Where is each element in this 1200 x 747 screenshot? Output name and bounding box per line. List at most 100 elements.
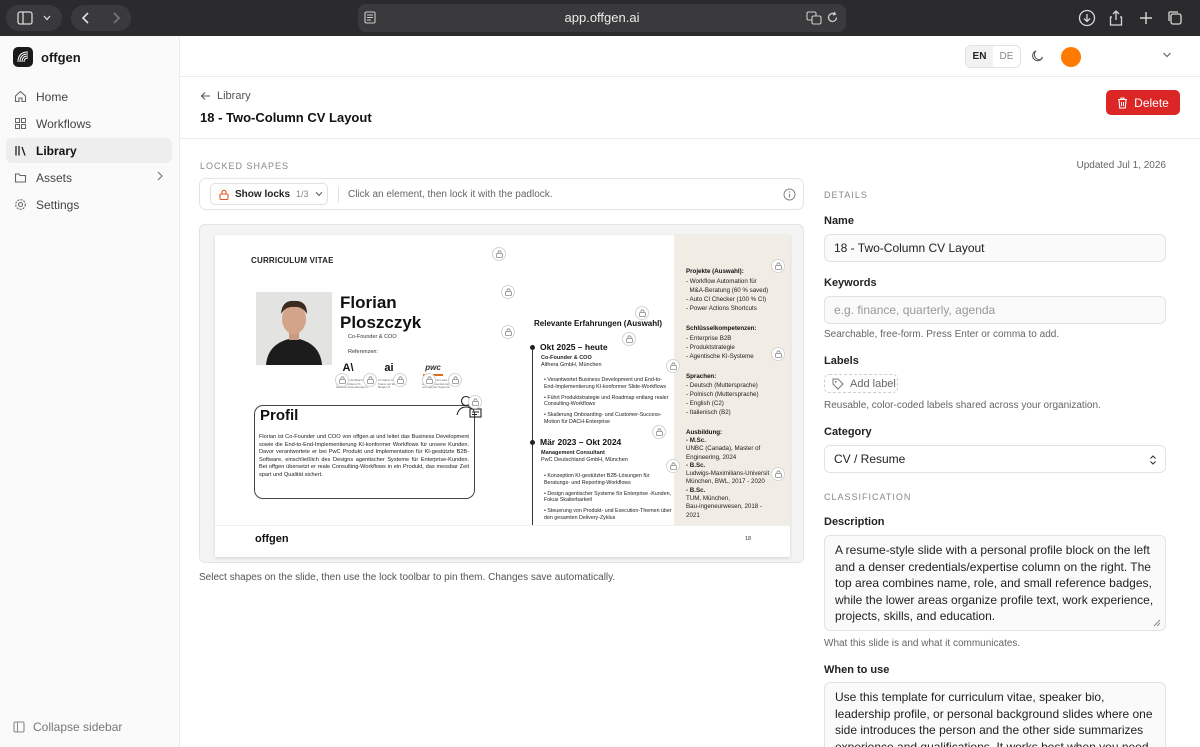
- experience-company[interactable]: Management Consultant PwC Deutschland Gm…: [541, 450, 628, 464]
- lock-hint: Click an element, then lock it with the …: [348, 189, 553, 200]
- new-tab-icon[interactable]: [1136, 8, 1156, 28]
- when-to-use-text: Use this template for curriculum vitae, …: [835, 690, 1153, 747]
- description-textarea[interactable]: A resume-style slide with a personal pro…: [824, 535, 1166, 631]
- back-link[interactable]: Library: [200, 90, 251, 102]
- select-chevrons-icon: [1150, 455, 1156, 465]
- lock-badge[interactable]: [635, 306, 649, 320]
- sidebar-item-assets[interactable]: Assets: [6, 165, 172, 190]
- sidebar-item-home[interactable]: Home: [6, 84, 172, 109]
- experience-period[interactable]: Mär 2023 – Okt 2024: [540, 437, 621, 447]
- lock-icon: [774, 470, 782, 478]
- back-icon[interactable]: [81, 12, 91, 24]
- lock-icon: [638, 309, 646, 317]
- classification-section-label: CLASSIFICATION: [824, 492, 912, 502]
- lock-badge[interactable]: [468, 395, 482, 409]
- lock-badge[interactable]: [422, 373, 436, 387]
- keywords-input[interactable]: e.g. finance, quarterly, agenda: [824, 296, 1166, 324]
- forward-icon[interactable]: [111, 12, 121, 24]
- lock-badge[interactable]: [666, 459, 680, 473]
- projects-title[interactable]: Projekte (Auswahl):: [686, 268, 744, 275]
- slide-refs-label[interactable]: Referenzen:: [348, 349, 378, 355]
- languages-title[interactable]: Sprachen:: [686, 373, 716, 380]
- lock-badge[interactable]: [335, 373, 349, 387]
- sidebar-item-label: Workflows: [36, 116, 92, 131]
- trash-icon: [1118, 96, 1128, 109]
- delete-button[interactable]: Delete: [1106, 90, 1180, 115]
- experience-bullet: • Konzeption KI-gestützter B2B-Lösungen …: [544, 473, 650, 486]
- lock-badge[interactable]: [363, 373, 377, 387]
- reload-icon[interactable]: [826, 11, 839, 24]
- name-field[interactable]: 18 - Two-Column CV Layout: [824, 234, 1166, 262]
- lock-badge[interactable]: [393, 373, 407, 387]
- labels-help: Reusable, color-coded labels shared acro…: [824, 400, 1101, 411]
- language-switch: EN DE: [965, 45, 1021, 68]
- folder-icon: [14, 173, 27, 183]
- collapse-sidebar-button[interactable]: Collapse sidebar: [13, 720, 122, 734]
- sidebar-item-label: Home: [36, 89, 69, 104]
- lock-icon: [504, 328, 512, 336]
- translate-icon[interactable]: [806, 11, 822, 25]
- lock-badge[interactable]: [652, 425, 666, 439]
- slide-role[interactable]: Co-Founder & COO: [348, 334, 397, 340]
- slide-person-name[interactable]: Florian Ploszczyk: [340, 293, 421, 333]
- sidebar-toggle-button[interactable]: [6, 5, 62, 31]
- lock-badge[interactable]: [666, 359, 680, 373]
- education-title[interactable]: Ausbildung:: [686, 429, 722, 436]
- slide-page-number[interactable]: 18: [745, 536, 751, 542]
- lang-de-button[interactable]: DE: [993, 46, 1020, 67]
- lock-badge[interactable]: [771, 467, 785, 481]
- languages-list[interactable]: - Deutsch (Muttersprache) - Polnisch (Mu…: [686, 381, 790, 417]
- lock-badge[interactable]: [501, 285, 515, 299]
- lock-badge[interactable]: [492, 247, 506, 261]
- brand[interactable]: offgen: [13, 47, 81, 67]
- sidebar-item-settings[interactable]: Settings: [6, 192, 172, 217]
- when-to-use-textarea[interactable]: Use this template for curriculum vitae, …: [824, 682, 1166, 747]
- lock-badge[interactable]: [771, 347, 785, 361]
- experience-period[interactable]: Okt 2025 – heute: [540, 342, 608, 352]
- timeline-line[interactable]: [532, 345, 533, 525]
- timeline-dot: [530, 345, 535, 350]
- lock-badge[interactable]: [622, 332, 636, 346]
- profile-photo[interactable]: [256, 292, 332, 365]
- lock-badge[interactable]: [448, 373, 462, 387]
- sidebar-item-workflows[interactable]: Workflows: [6, 111, 172, 136]
- add-label-button[interactable]: Add label: [824, 374, 898, 393]
- experience-bullets[interactable]: • Verantwortet Business Development und …: [544, 377, 672, 426]
- experience-title[interactable]: Relevante Erfahrungen (Auswahl): [534, 319, 662, 329]
- projects-list[interactable]: - Workflow Automation für M&A-Beratung (…: [686, 277, 790, 313]
- offgen-logo-icon: [13, 47, 33, 67]
- sidebar-icon: [17, 11, 33, 25]
- lock-badge[interactable]: [501, 325, 515, 339]
- slide-footer-note: Select shapes on the slide, then use the…: [199, 572, 616, 583]
- chevron-down-icon: [43, 15, 51, 21]
- slide-cv-title[interactable]: CURRICULUM VITAE: [251, 256, 334, 265]
- slide-footer[interactable]: [215, 525, 790, 557]
- moon-icon[interactable]: [1031, 49, 1045, 63]
- address-bar[interactable]: app.offgen.ai: [358, 4, 846, 32]
- lock-badge[interactable]: [771, 259, 785, 273]
- experience-bullets[interactable]: • Konzeption KI-gestützter B2B-Lösungen …: [544, 473, 672, 522]
- download-icon[interactable]: [1077, 8, 1097, 28]
- profil-text[interactable]: Florian ist Co-Founder und COO von offge…: [259, 434, 469, 480]
- avatar[interactable]: [1061, 47, 1081, 67]
- tabs-overview-icon[interactable]: [1165, 8, 1185, 28]
- lock-toolbar: Show locks 1/3 Click an element, then lo…: [199, 178, 804, 210]
- lock-icon: [471, 398, 479, 406]
- lock-icon: [655, 428, 663, 436]
- chevron-right-icon[interactable]: [156, 170, 164, 182]
- resize-handle-icon[interactable]: [1153, 619, 1161, 627]
- lang-en-button[interactable]: EN: [966, 46, 993, 67]
- show-locks-button[interactable]: Show locks 1/3: [210, 183, 328, 205]
- sidebar-item-library[interactable]: Library: [6, 138, 172, 163]
- skills-title[interactable]: Schlüsselkompetenzen:: [686, 325, 757, 332]
- slide-footer-brand[interactable]: offgen: [255, 533, 289, 545]
- profil-title[interactable]: Profil: [260, 407, 298, 424]
- library-icon: [15, 146, 26, 156]
- share-icon[interactable]: [1106, 8, 1126, 28]
- name-label: Name: [824, 215, 854, 227]
- slide-preview[interactable]: CURRICULUM VITAE Florian Ploszczyk Co-Fo…: [215, 235, 790, 557]
- chevron-down-icon[interactable]: [1162, 51, 1172, 59]
- experience-company[interactable]: Co-Founder & COO Althera GmbH, München: [541, 355, 602, 369]
- info-icon[interactable]: [783, 188, 796, 201]
- category-select[interactable]: CV / Resume: [824, 445, 1166, 473]
